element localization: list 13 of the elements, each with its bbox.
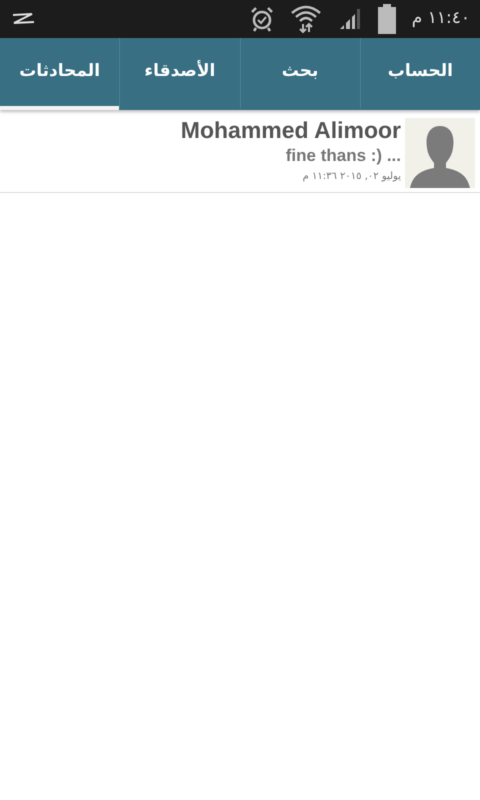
wifi-icon — [290, 4, 322, 34]
clock: ١١:٤٠ م — [412, 7, 470, 30]
tab[interactable]: الحساب — [360, 38, 480, 110]
tab[interactable]: الأصدقاء — [119, 38, 240, 110]
battery-icon — [378, 4, 396, 34]
message-preview: fine thans :) ... — [286, 145, 401, 168]
tab[interactable]: المحادثات — [0, 38, 120, 110]
alarm-clock-icon — [250, 6, 274, 32]
signal-icon — [338, 7, 362, 31]
app-logo-icon — [10, 12, 36, 26]
tab[interactable]: بحث — [240, 38, 360, 110]
message-date: يوليو ٠٢, ٢٠١٥ ١١:٣٦ م — [302, 170, 401, 184]
contact-name: Mohammed Alimoor — [180, 118, 401, 144]
